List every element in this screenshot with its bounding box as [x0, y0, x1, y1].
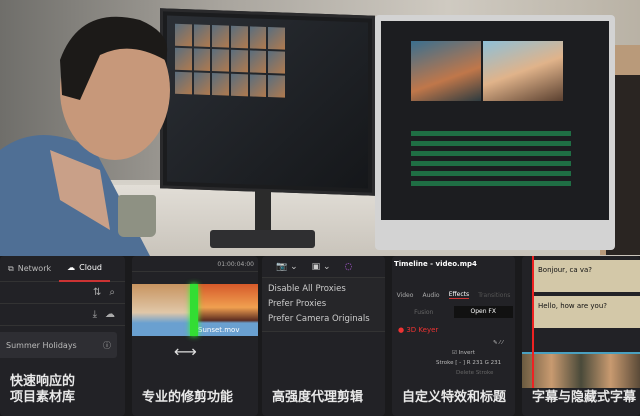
trim-panel: 01:00:04:00 Sunset.mov ⟷ 专业的修剪功能	[132, 256, 258, 416]
hero-photo	[0, 0, 640, 256]
media-library-panel: ⧉Network ☁Cloud ⇅ ⌕ ⤓ ☁ Summer Holidaysⓘ 快…	[0, 256, 125, 416]
tab-video[interactable]: Video	[397, 292, 414, 299]
delete-stroke-button[interactable]: Delete Stroke	[392, 368, 515, 378]
download-icon[interactable]: ⤓	[93, 309, 97, 320]
coffee-mug	[118, 195, 156, 237]
color-wheel-icon[interactable]: ◌	[345, 262, 353, 272]
video-track[interactable]	[522, 352, 640, 388]
segment-open-fx[interactable]: Open FX	[454, 306, 514, 318]
list-item[interactable]: Summer Holidaysⓘ	[0, 332, 117, 358]
cloud-icon: ☁	[67, 263, 75, 272]
effects-panel: Timeline - video.mp4 Video Audio Effects…	[392, 256, 515, 416]
proxy-panel: 📷 ⌄ ▣ ⌄ ◌ Disable All Proxies Prefer Proxi…	[262, 256, 385, 416]
subtitle-clip[interactable]: Bonjour, ca va?	[534, 260, 640, 292]
inspector-title: Timeline - video.mp4	[392, 256, 515, 272]
monitor-right	[375, 15, 615, 250]
caption: 高强度代理剪辑	[272, 390, 363, 406]
tab-cloud[interactable]: ☁Cloud	[59, 256, 110, 282]
tab-audio[interactable]: Audio	[423, 292, 440, 299]
tab-transitions[interactable]: Transitions	[478, 292, 510, 299]
menu-item-prefer-proxies[interactable]: Prefer Proxies	[268, 297, 379, 312]
timeline-ruler[interactable]: 01:00:04:00	[132, 256, 258, 272]
subtitle-clip[interactable]: Hello, how are you?	[534, 296, 640, 328]
cloud-off-icon[interactable]: ☁	[105, 309, 115, 320]
playhead[interactable]	[532, 256, 534, 388]
caption: 快速响应的项目素材库	[10, 374, 75, 406]
sort-icon[interactable]: ⇅	[93, 287, 101, 298]
trim-handle[interactable]	[190, 284, 198, 336]
caption: 专业的修剪功能	[142, 390, 233, 406]
tab-effects[interactable]: Effects	[449, 291, 469, 299]
caption: 自定义特效和标题	[402, 390, 506, 406]
stroke-values: [ - ] R 231 G 231	[455, 360, 501, 366]
proxy-frame-icon[interactable]: ▣ ⌄	[312, 262, 331, 272]
caption: 字幕与隐藏式字幕	[532, 390, 636, 406]
subtitles-panel: Bonjour, ca va? Hello, how are you? 字幕与隐…	[522, 256, 640, 416]
segment-fusion[interactable]: Fusion	[394, 309, 454, 316]
clip-seagull[interactable]	[132, 284, 192, 336]
double-arrow-icon: ⟷	[174, 342, 197, 361]
proxy-camera-icon[interactable]: 📷 ⌄	[276, 262, 298, 272]
proxy-menu: Disable All Proxies Prefer Proxies Prefe…	[262, 278, 385, 332]
search-icon[interactable]: ⌕	[109, 287, 115, 298]
menu-item-disable-proxies[interactable]: Disable All Proxies	[268, 282, 379, 297]
network-icon: ⧉	[8, 264, 14, 274]
picker-icons[interactable]: ✎ ⁄ ⁄	[392, 338, 515, 348]
info-icon[interactable]: ⓘ	[103, 340, 111, 351]
menu-item-prefer-originals[interactable]: Prefer Camera Originals	[268, 312, 379, 327]
invert-checkbox[interactable]: ☑	[452, 350, 457, 356]
tab-network[interactable]: ⧉Network	[0, 256, 59, 282]
monitor-left	[160, 8, 375, 196]
clip-sunset[interactable]: Sunset.mov	[195, 284, 258, 336]
toggle-switch[interactable]: ●	[398, 326, 404, 334]
person-illustration	[0, 0, 190, 256]
